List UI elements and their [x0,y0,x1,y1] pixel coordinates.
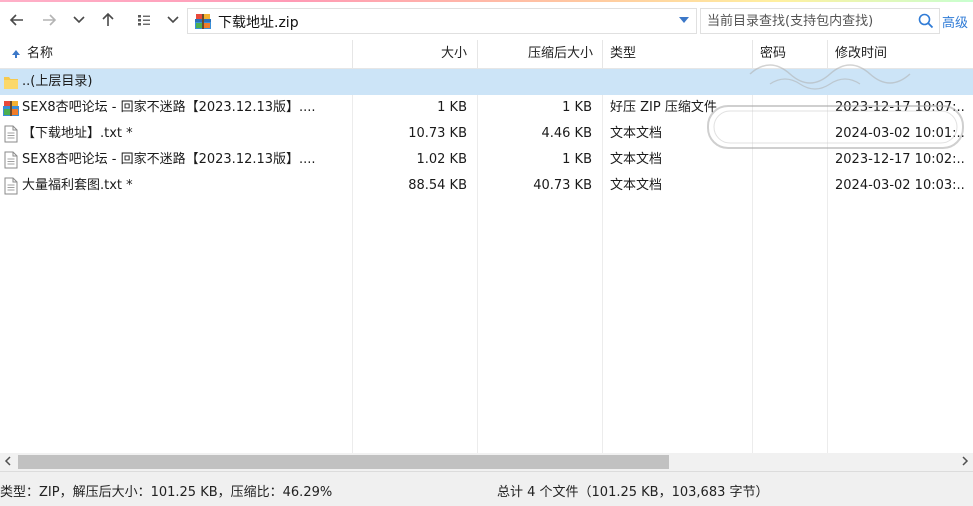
back-button[interactable] [6,9,28,31]
column-divider[interactable] [752,40,753,68]
file-size: 1.02 KB [416,152,467,167]
address-bar[interactable]: 下载地址.zip [187,8,697,34]
file-modified-time: 2023-12-17 10:07:.. [835,100,965,115]
up-level-button[interactable] [97,9,119,31]
file-modified-time: 2023-12-17 10:02:.. [835,152,965,167]
file-total-text: 总计 4 个文件（101.25 KB，103,683 字节） [497,485,769,500]
file-row[interactable]: 【下载地址】.txt * 10.73 KB 4.46 KB 文本文档 2024-… [0,121,973,147]
chevron-down-icon [167,16,179,24]
column-divider[interactable] [827,40,828,68]
arrow-up-icon [102,12,114,26]
file-compressed-size: 4.46 KB [541,126,592,141]
column-header-size[interactable]: 大小 [353,40,467,68]
file-name: 大量福利套图.txt * [22,178,133,193]
status-bar: 类型：ZIP，解压后大小：101.25 KB，压缩比：46.29% 总计 4 个… [0,471,973,506]
column-header-crc[interactable]: 密码 [760,40,786,68]
column-header-name-label: 名称 [27,46,54,61]
file-list-header: 名称 大小 压缩后大小 类型 密码 修改时间 [0,40,973,69]
search-input[interactable] [705,11,909,31]
file-name: SEX8杏吧论坛 - 回家不迷路【2023.12.13版】.... [22,100,316,115]
file-row[interactable]: 大量福利套图.txt * 88.54 KB 40.73 KB 文本文档 2024… [0,173,973,199]
file-row[interactable]: SEX8杏吧论坛 - 回家不迷路【2023.12.13版】.... 1.02 K… [0,147,973,173]
address-dropdown-button[interactable] [678,14,690,26]
column-header-compressed-size[interactable]: 压缩后大小 [478,40,593,68]
history-dropdown-button[interactable] [68,9,90,31]
title-accent-strip [0,0,973,2]
zip-archive-icon [3,101,19,116]
text-file-icon [4,125,18,143]
view-mode-button[interactable] [133,9,155,31]
file-compressed-size: 40.73 KB [533,178,592,193]
chevron-down-icon [73,16,85,24]
search-icon[interactable] [917,12,935,30]
text-file-icon [4,177,18,195]
view-mode-dropdown-button[interactable] [162,9,184,31]
file-size: 88.54 KB [408,178,467,193]
file-name: ..(上层目录) [22,74,93,89]
navigation-bar: 下载地址.zip 高级 [0,0,973,41]
list-view-icon [138,15,150,26]
file-type: 文本文档 [610,178,663,193]
file-size: 1 KB [437,100,467,115]
file-type: 文本文档 [610,126,663,141]
arrow-right-icon [43,14,57,26]
scroll-left-button[interactable] [0,453,16,471]
scroll-right-button[interactable] [957,453,973,471]
folder-icon [4,77,18,89]
horizontal-scrollbar[interactable] [0,453,973,471]
file-compressed-size: 1 KB [562,100,592,115]
file-row[interactable]: SEX8杏吧论坛 - 回家不迷路【2023.12.13版】.... 1 KB 1… [0,95,973,121]
file-type: 好压 ZIP 压缩文件 [610,100,717,115]
file-type: 文本文档 [610,152,663,167]
file-name: SEX8杏吧论坛 - 回家不迷路【2023.12.13版】.... [22,152,316,167]
text-file-icon [4,151,18,169]
file-list: ..(上层目录) SEX8杏吧论坛 - 回家不迷路【2023.12.13版】..… [0,69,973,453]
search-box [700,8,940,34]
file-modified-time: 2024-03-02 10:03:.. [835,178,965,193]
forward-button[interactable] [38,9,60,31]
archive-path-text: 下载地址.zip [218,15,299,31]
parent-directory-row[interactable]: ..(上层目录) [0,69,973,95]
column-header-modified[interactable]: 修改时间 [835,40,887,68]
file-compressed-size: 1 KB [562,152,592,167]
file-modified-time: 2024-03-02 10:01:.. [835,126,965,141]
file-name: 【下载地址】.txt * [22,126,133,141]
archive-info-text: 类型：ZIP，解压后大小：101.25 KB，压缩比：46.29% [0,485,333,500]
file-size: 10.73 KB [408,126,467,141]
chevron-right-icon [962,456,969,466]
advanced-search-link[interactable]: 高级 [942,12,968,31]
column-divider[interactable] [602,40,603,68]
scrollbar-thumb[interactable] [18,455,669,469]
sort-ascending-icon [12,50,20,58]
arrow-left-icon [9,14,23,26]
zip-archive-icon [195,14,211,29]
column-header-type[interactable]: 类型 [610,40,636,68]
triangle-down-icon [679,17,689,23]
chevron-left-icon [4,456,11,466]
